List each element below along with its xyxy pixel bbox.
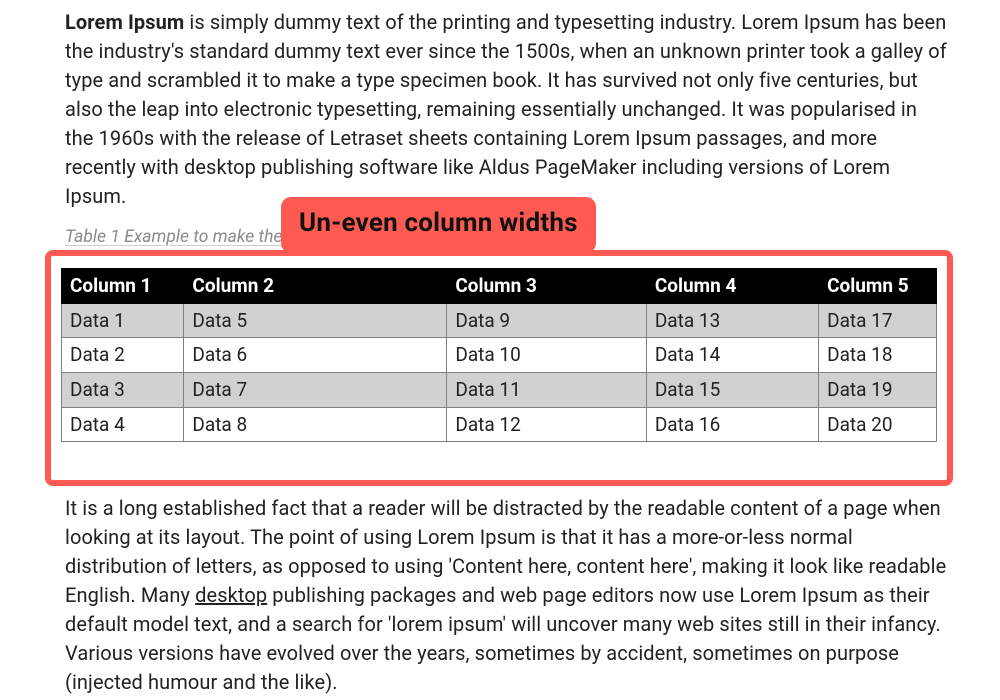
table-cell: Data 14 <box>646 338 818 373</box>
table-header-cell: Column 4 <box>646 269 818 304</box>
table-cell: Data 17 <box>819 303 937 338</box>
second-paragraph: It is a long established fact that a rea… <box>65 494 950 697</box>
table-cell: Data 3 <box>62 373 184 408</box>
table-cell: Data 11 <box>447 373 646 408</box>
table-cell: Data 2 <box>62 338 184 373</box>
table-cell: Data 5 <box>184 303 447 338</box>
table-cell: Data 20 <box>819 407 937 442</box>
table-highlight-frame: Column 1 Column 2 Column 3 Column 4 Colu… <box>45 250 953 486</box>
intro-lead: Lorem Ipsum <box>65 10 184 34</box>
table-cell: Data 6 <box>184 338 447 373</box>
table-cell: Data 12 <box>447 407 646 442</box>
table-row: Data 4 Data 8 Data 12 Data 16 Data 20 <box>62 407 937 442</box>
example-table: Column 1 Column 2 Column 3 Column 4 Colu… <box>61 268 937 442</box>
table-cell: Data 4 <box>62 407 184 442</box>
table-header-cell: Column 3 <box>447 269 646 304</box>
table-cell: Data 13 <box>646 303 818 338</box>
table-header-row: Column 1 Column 2 Column 3 Column 4 Colu… <box>62 269 937 304</box>
table-cell: Data 9 <box>447 303 646 338</box>
annotation-callout: Un-even column widths <box>281 197 596 253</box>
table-cell: Data 16 <box>646 407 818 442</box>
table-row: Data 2 Data 6 Data 10 Data 14 Data 18 <box>62 338 937 373</box>
table-cell: Data 7 <box>184 373 447 408</box>
table-cell: Data 19 <box>819 373 937 408</box>
table-cell: Data 18 <box>819 338 937 373</box>
table-row: Data 3 Data 7 Data 11 Data 15 Data 19 <box>62 373 937 408</box>
table-header-cell: Column 2 <box>184 269 447 304</box>
table-cell: Data 8 <box>184 407 447 442</box>
table-header-cell: Column 5 <box>819 269 937 304</box>
desktop-link[interactable]: desktop <box>195 583 267 607</box>
table-header-cell: Column 1 <box>62 269 184 304</box>
table-cell: Data 10 <box>447 338 646 373</box>
intro-rest: is simply dummy text of the printing and… <box>65 10 947 208</box>
intro-paragraph: Lorem Ipsum is simply dummy text of the … <box>65 8 950 211</box>
table-row: Data 1 Data 5 Data 9 Data 13 Data 17 <box>62 303 937 338</box>
table-cell: Data 15 <box>646 373 818 408</box>
table-cell: Data 1 <box>62 303 184 338</box>
